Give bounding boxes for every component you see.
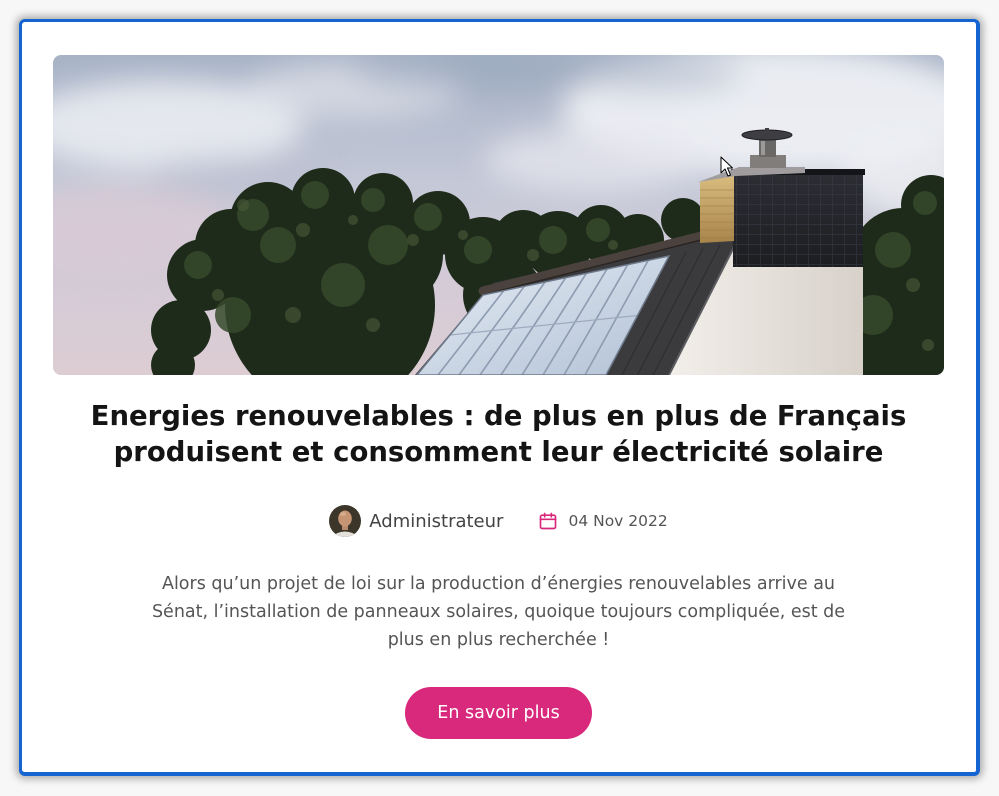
article-card: Energies renouvelables : de plus en plus…: [19, 19, 980, 776]
publish-date: 04 Nov 2022: [568, 512, 668, 530]
author-name: Administrateur: [369, 510, 504, 532]
read-more-button[interactable]: En savoir plus: [405, 687, 592, 739]
article-title[interactable]: Energies renouvelables : de plus en plus…: [53, 398, 944, 470]
solar-roof-photo: [53, 55, 944, 375]
avatar: [329, 505, 362, 537]
article-meta: Administrateur 04 Nov 2022: [53, 505, 944, 537]
article-featured-image[interactable]: [53, 55, 944, 375]
calendar-icon: [538, 511, 558, 531]
article-excerpt-container: Alors qu’un projet de loi sur la product…: [53, 570, 944, 654]
article-excerpt: Alors qu’un projet de loi sur la product…: [151, 574, 846, 650]
mouse-cursor-icon: [720, 156, 734, 177]
